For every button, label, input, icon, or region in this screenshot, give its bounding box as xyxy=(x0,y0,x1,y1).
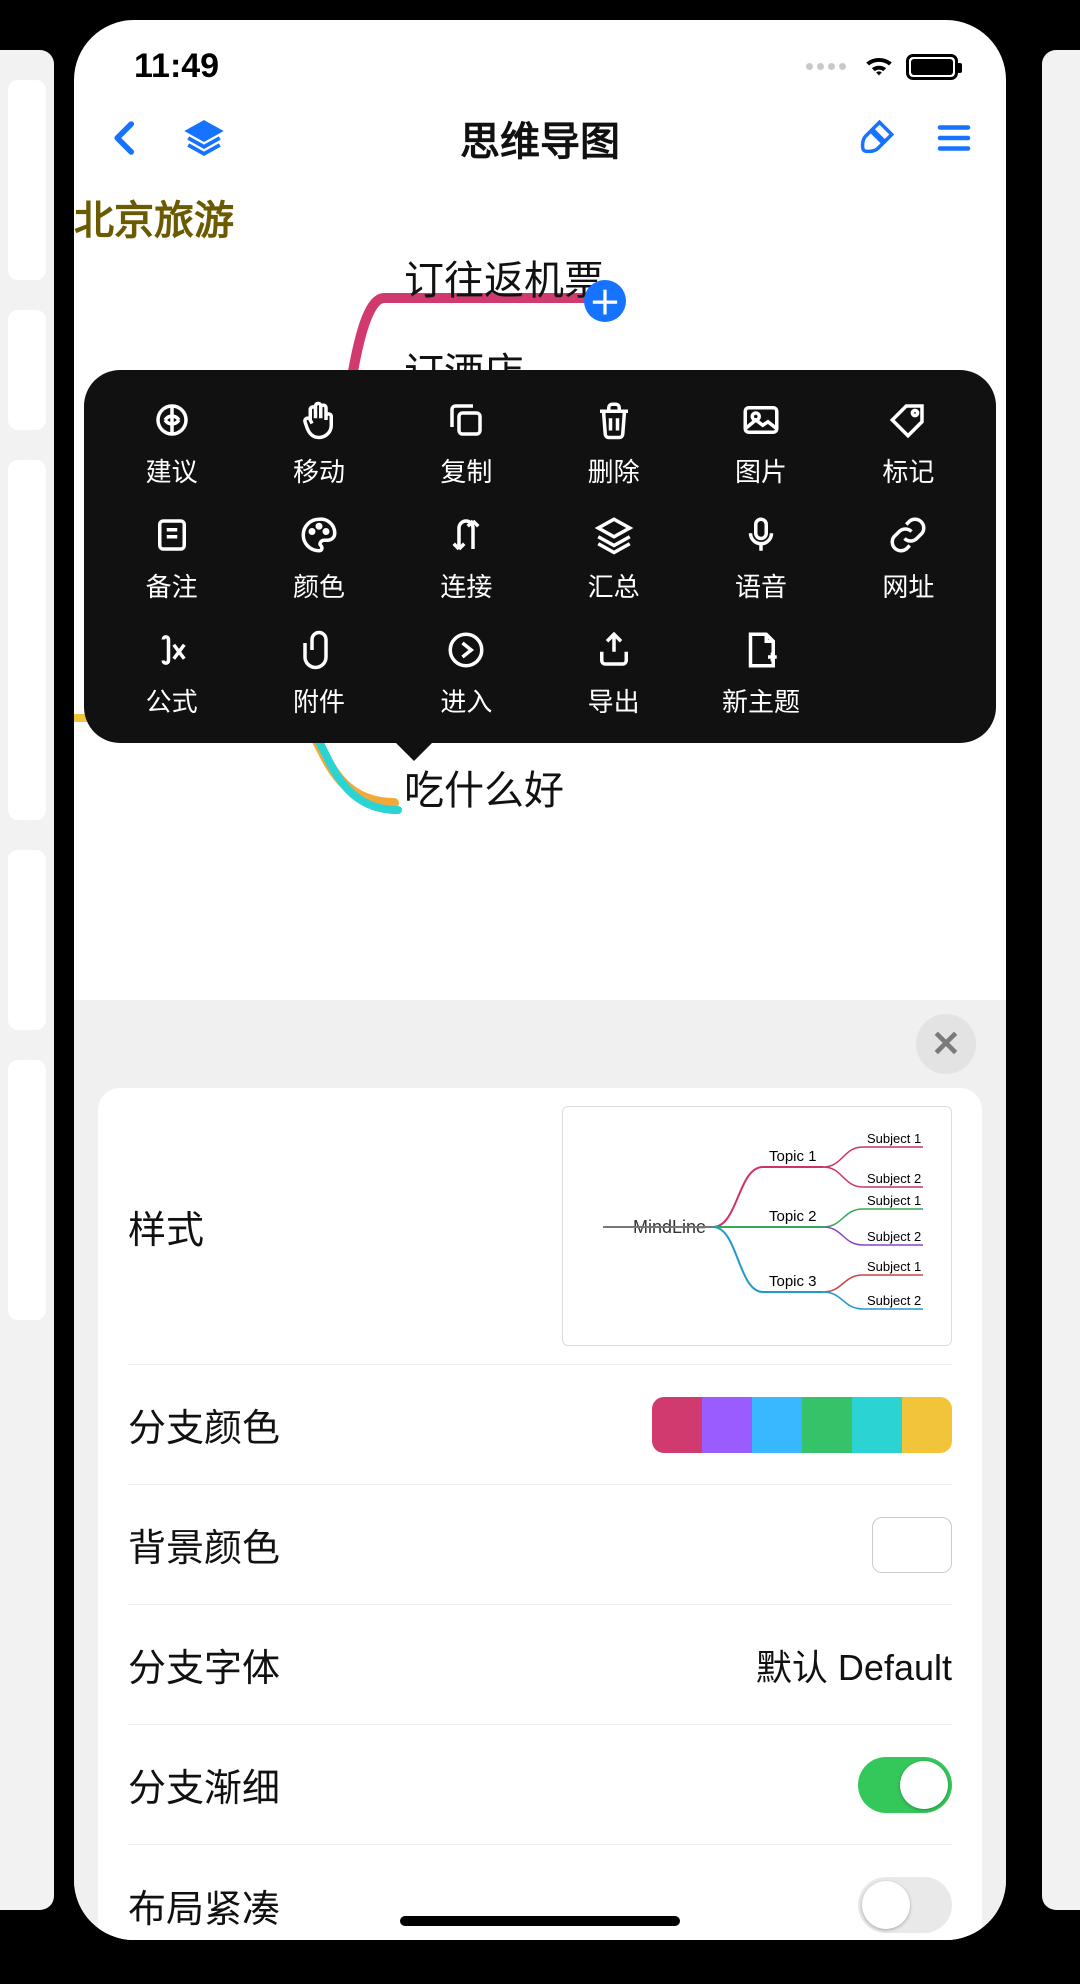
svg-text:Subject 2: Subject 2 xyxy=(867,1293,921,1308)
note-icon xyxy=(148,511,196,559)
ctx-url[interactable]: 网址 xyxy=(835,505,982,610)
ctx-attach[interactable]: 附件 xyxy=(245,620,392,725)
branch-color-palette[interactable] xyxy=(652,1397,952,1453)
mindmap-node[interactable]: 订往返机票 xyxy=(404,248,604,306)
svg-text:Subject 2: Subject 2 xyxy=(867,1229,921,1244)
tag-icon xyxy=(884,396,932,444)
svg-text:Topic 2: Topic 2 xyxy=(769,1208,817,1225)
ctx-connect[interactable]: 连接 xyxy=(393,505,540,610)
hand-icon xyxy=(295,396,343,444)
export-icon xyxy=(590,626,638,674)
ctx-color[interactable]: 颜色 xyxy=(245,505,392,610)
context-menu-pointer xyxy=(394,741,434,761)
style-label: 样式 xyxy=(128,1199,204,1254)
layout-compact-toggle[interactable] xyxy=(858,1877,952,1933)
palette-icon xyxy=(295,511,343,559)
back-button[interactable] xyxy=(96,108,156,168)
ctx-delete[interactable]: 删除 xyxy=(540,390,687,495)
trash-icon xyxy=(590,396,638,444)
connect-icon xyxy=(442,511,490,559)
ctx-note[interactable]: 备注 xyxy=(98,505,245,610)
battery-icon xyxy=(906,54,958,80)
copy-icon xyxy=(442,396,490,444)
ctx-move[interactable]: 移动 xyxy=(245,390,392,495)
svg-text:Subject 1: Subject 1 xyxy=(867,1131,921,1146)
ctx-suggest[interactable]: 建议 xyxy=(98,390,245,495)
mindmap-node[interactable]: 吃什么好 xyxy=(404,758,564,816)
style-sheet: ✕ 样式 MindLine Topic 1 Subject 1 Subject … xyxy=(74,1000,1006,1940)
ctx-summary[interactable]: 汇总 xyxy=(540,505,687,610)
ctx-voice[interactable]: 语音 xyxy=(687,505,834,610)
ai-icon xyxy=(148,396,196,444)
branch-color-label: 分支颜色 xyxy=(128,1397,280,1452)
adjacent-screen-right xyxy=(1042,50,1080,1910)
paperclip-icon xyxy=(295,626,343,674)
mic-icon xyxy=(737,511,785,559)
phone-frame: 11:49 思维导图 xyxy=(74,20,1006,1940)
ctx-copy[interactable]: 复制 xyxy=(393,390,540,495)
page-title: 思维导图 xyxy=(252,109,828,167)
svg-text:Topic 3: Topic 3 xyxy=(769,1273,817,1290)
context-menu: 建议 移动 复制 删除 图片 标记 备注 颜色 xyxy=(84,370,996,743)
nav-bar: 思维导图 xyxy=(74,88,1006,188)
ctx-formula[interactable]: 公式 xyxy=(98,620,245,725)
status-bar: 11:49 xyxy=(74,20,1006,88)
svg-text:Subject 1: Subject 1 xyxy=(867,1193,921,1208)
ctx-enter[interactable]: 进入 xyxy=(393,620,540,725)
svg-text:Topic 1: Topic 1 xyxy=(769,1148,817,1165)
svg-text:Subject 2: Subject 2 xyxy=(867,1171,921,1186)
ctx-mark[interactable]: 标记 xyxy=(835,390,982,495)
svg-text:Subject 1: Subject 1 xyxy=(867,1259,921,1274)
add-child-button[interactable]: ＋ xyxy=(584,280,626,322)
theme-brush-icon[interactable] xyxy=(846,108,906,168)
branch-taper-toggle[interactable] xyxy=(858,1757,952,1813)
enter-icon xyxy=(442,626,490,674)
bg-color-swatch[interactable] xyxy=(872,1517,952,1573)
stack-icon xyxy=(590,511,638,559)
branch-font-value[interactable]: 默认 Default xyxy=(756,1639,952,1691)
layers-icon[interactable] xyxy=(174,108,234,168)
home-indicator[interactable] xyxy=(400,1916,680,1926)
ctx-image[interactable]: 图片 xyxy=(687,390,834,495)
cellular-dots-icon xyxy=(806,63,846,70)
ctx-newtopic[interactable]: 新主题 xyxy=(687,620,834,725)
fx-icon xyxy=(148,626,196,674)
hamburger-menu-icon[interactable] xyxy=(924,108,984,168)
style-card: 样式 MindLine Topic 1 Subject 1 Subject 2 xyxy=(98,1088,982,1940)
close-sheet-button[interactable]: ✕ xyxy=(916,1014,976,1074)
branch-font-label: 分支字体 xyxy=(128,1637,280,1692)
ctx-export[interactable]: 导出 xyxy=(540,620,687,725)
adjacent-screen-left xyxy=(0,50,54,1910)
link-icon xyxy=(884,511,932,559)
status-time: 11:49 xyxy=(134,47,219,86)
style-preview[interactable]: MindLine Topic 1 Subject 1 Subject 2 Top… xyxy=(562,1106,952,1346)
close-icon: ✕ xyxy=(931,1023,961,1065)
branch-taper-label: 分支渐细 xyxy=(128,1757,280,1812)
new-page-icon xyxy=(737,626,785,674)
wifi-icon xyxy=(862,47,896,86)
layout-compact-label: 布局紧凑 xyxy=(128,1878,280,1933)
bg-color-label: 背景颜色 xyxy=(128,1517,280,1572)
image-icon xyxy=(737,396,785,444)
